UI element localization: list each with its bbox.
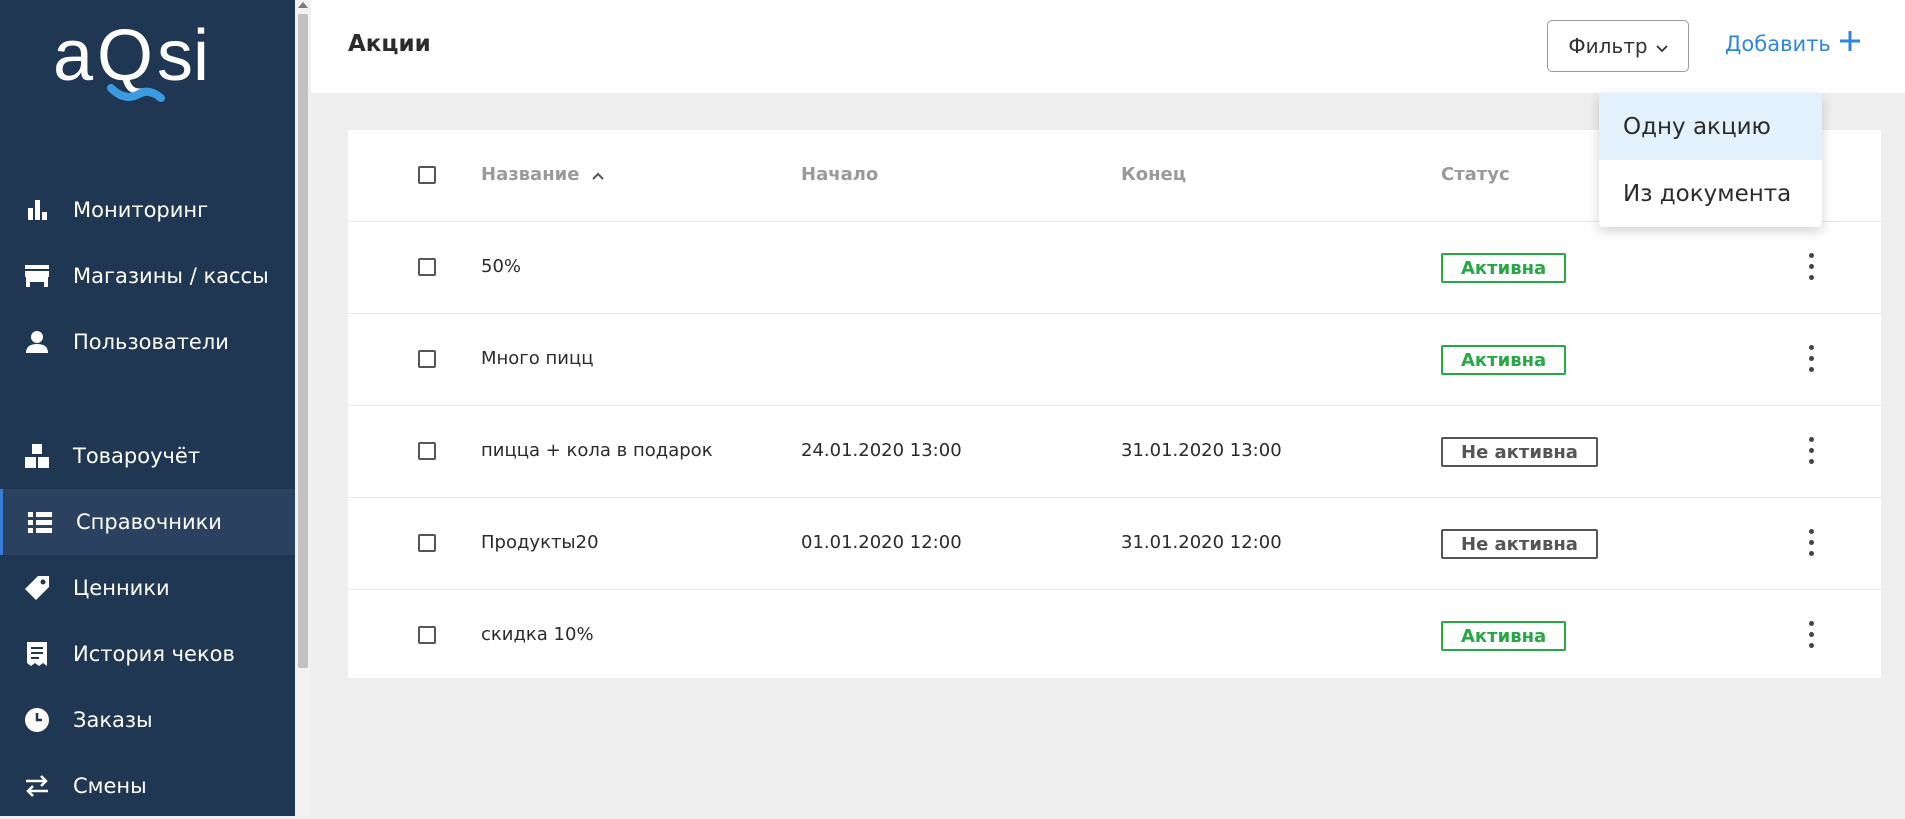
svg-text:Q: Q xyxy=(97,18,153,96)
row-checkbox[interactable] xyxy=(418,534,436,552)
column-header-status[interactable]: Статус xyxy=(1441,164,1510,185)
sidebar-item-stores[interactable]: Магазины / кассы xyxy=(0,243,295,309)
sidebar-item-label: Мониторинг xyxy=(73,198,209,222)
row-checkbox[interactable] xyxy=(418,442,436,460)
boxes-icon xyxy=(24,443,50,469)
menu-item-from-document[interactable]: Из документа xyxy=(1599,160,1822,227)
tag-icon xyxy=(24,575,50,601)
column-header-end[interactable]: Конец xyxy=(1121,164,1186,185)
more-options-icon[interactable] xyxy=(1801,434,1821,470)
row-checkbox[interactable] xyxy=(418,626,436,644)
sort-asc-icon xyxy=(586,164,604,185)
row-name: 50% xyxy=(481,256,522,277)
sidebar-scrollbar[interactable] xyxy=(295,0,311,816)
swap-icon xyxy=(24,773,50,799)
table-row[interactable]: Продукты20 01.01.2020 12:00 31.01.2020 1… xyxy=(348,498,1881,590)
bar-chart-icon xyxy=(24,197,50,223)
more-options-icon[interactable] xyxy=(1801,250,1821,286)
status-badge: Не активна xyxy=(1441,529,1598,559)
table-row[interactable]: Много пицц Активна xyxy=(348,314,1881,406)
sidebar-item-label: Ценники xyxy=(73,576,170,600)
more-options-icon[interactable] xyxy=(1801,342,1821,378)
status-badge: Не активна xyxy=(1441,437,1598,467)
row-checkbox[interactable] xyxy=(418,258,436,276)
svg-text:a: a xyxy=(53,18,94,96)
column-header-name[interactable]: Название xyxy=(481,164,604,185)
sidebar-item-label: Пользователи xyxy=(73,330,229,354)
receipt-icon xyxy=(24,641,50,667)
sidebar-item-label: Справочники xyxy=(76,510,222,534)
column-header-name-label: Название xyxy=(481,164,580,185)
row-name: Продукты20 xyxy=(481,532,599,553)
select-all-checkbox[interactable] xyxy=(418,166,436,184)
sidebar-item-price-tags[interactable]: Ценники xyxy=(0,555,295,621)
status-badge: Активна xyxy=(1441,621,1567,651)
add-button[interactable]: Добавить xyxy=(1725,30,1861,57)
sidebar-item-inventory[interactable]: Товароучёт xyxy=(0,423,295,489)
more-options-icon[interactable] xyxy=(1801,526,1821,562)
table-row[interactable]: скидка 10% Активна xyxy=(348,590,1881,682)
row-name: скидка 10% xyxy=(481,624,594,645)
row-name: пицца + кола в подарок xyxy=(481,440,713,461)
status-badge: Активна xyxy=(1441,253,1567,283)
status-badge: Активна xyxy=(1441,345,1567,375)
sidebar-item-label: Заказы xyxy=(73,708,153,732)
aqsi-logo[interactable]: a Q si xyxy=(53,16,243,118)
row-end: 31.01.2020 12:00 xyxy=(1121,532,1282,553)
sidebar-item-shifts[interactable]: Смены xyxy=(0,753,295,819)
menu-item-single-promotion[interactable]: Одну акцию xyxy=(1599,93,1822,160)
sidebar-item-label: Магазины / кассы xyxy=(73,264,269,288)
filter-button[interactable]: Фильтр xyxy=(1547,20,1689,72)
column-header-start[interactable]: Начало xyxy=(801,164,878,185)
svg-text:si: si xyxy=(157,18,209,96)
sidebar-item-monitoring[interactable]: Мониторинг xyxy=(0,177,295,243)
clock-icon xyxy=(24,707,50,733)
row-name: Много пицц xyxy=(481,348,594,369)
sidebar-item-directories[interactable]: Справочники xyxy=(0,489,295,555)
header: Акции Фильтр Добавить xyxy=(311,0,1905,93)
sidebar: a Q si Мониторинг Магазины / кассы Польз… xyxy=(0,0,295,816)
scroll-up-arrow-icon[interactable] xyxy=(298,2,308,8)
sidebar-item-users[interactable]: Пользователи xyxy=(0,309,295,375)
sidebar-item-label: Товароучёт xyxy=(73,444,201,468)
table-row[interactable]: 50% Активна xyxy=(348,222,1881,314)
row-start: 01.01.2020 12:00 xyxy=(801,532,962,553)
add-button-label: Добавить xyxy=(1725,31,1831,56)
row-checkbox[interactable] xyxy=(418,350,436,368)
plus-icon xyxy=(1839,30,1861,57)
chevron-down-icon xyxy=(1655,34,1668,58)
scrollbar-thumb[interactable] xyxy=(298,14,308,668)
store-icon xyxy=(24,263,50,289)
list-icon xyxy=(27,509,53,535)
table-row[interactable]: пицца + кола в подарок 24.01.2020 13:00 … xyxy=(348,406,1881,498)
add-dropdown-menu: Одну акцию Из документа xyxy=(1599,93,1822,227)
more-options-icon[interactable] xyxy=(1801,618,1821,654)
user-icon xyxy=(24,329,50,355)
row-end: 31.01.2020 13:00 xyxy=(1121,440,1282,461)
filter-button-label: Фильтр xyxy=(1568,34,1648,58)
page-title: Акции xyxy=(348,31,431,57)
sidebar-item-receipts-history[interactable]: История чеков xyxy=(0,621,295,687)
row-start: 24.01.2020 13:00 xyxy=(801,440,962,461)
sidebar-item-label: Смены xyxy=(73,774,147,798)
sidebar-item-orders[interactable]: Заказы xyxy=(0,687,295,753)
sidebar-item-label: История чеков xyxy=(73,642,235,666)
